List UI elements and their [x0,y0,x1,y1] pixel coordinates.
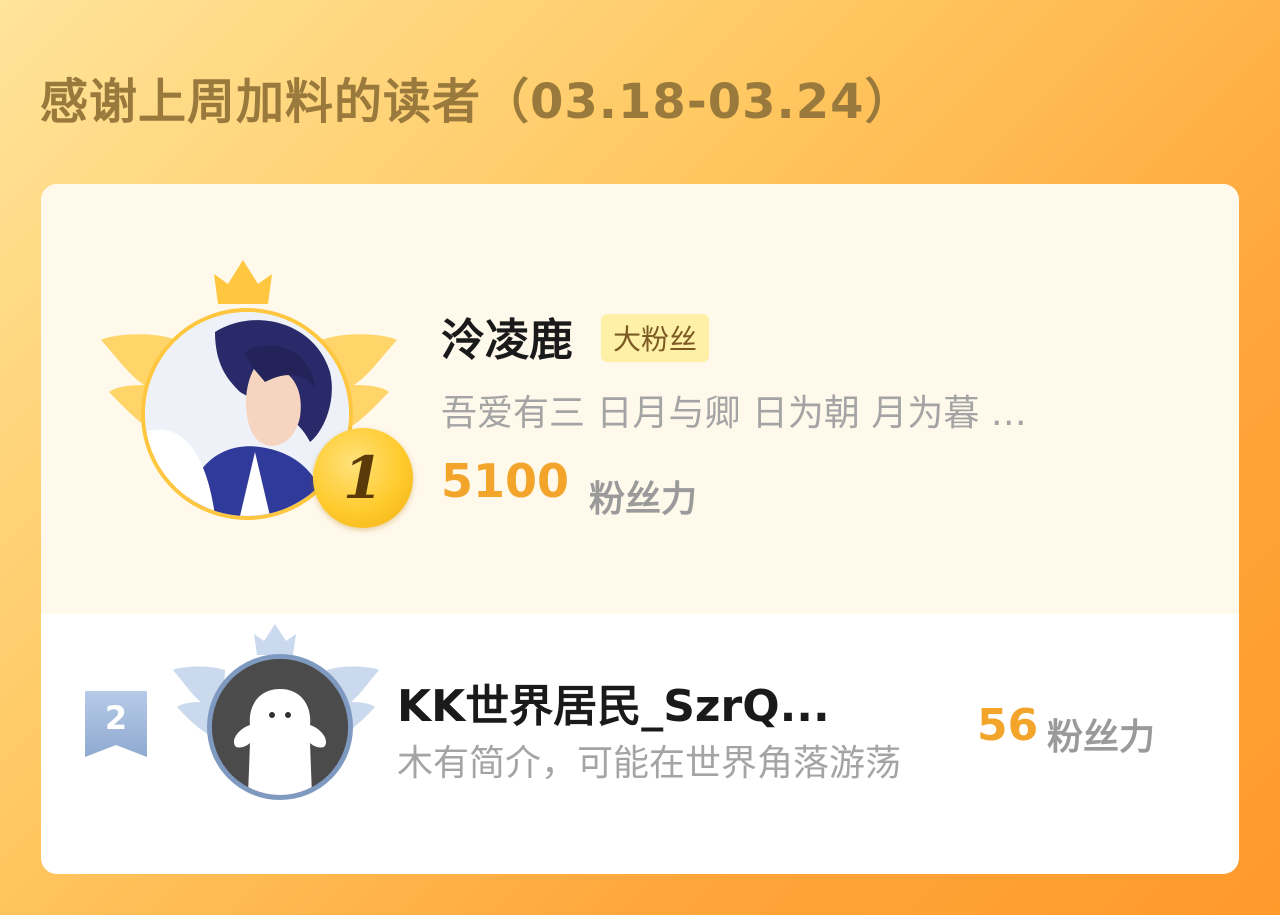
fan-level-badge: 大粉丝 [601,314,710,362]
rank-2-fan-bio: 木有简介，可能在世界角落游荡 [397,743,902,784]
gold-crown-icon [214,260,272,304]
top-fan-name[interactable]: 泠凌鹿 [441,304,573,368]
top-fan-score-unit: 粉丝力 [589,479,698,520]
fan-ranking-card: 1 泠凌鹿 大粉丝 吾爱有三 日月与卿 日为朝 月为暮 卿为朝朝暮暮 5100 … [41,184,1239,874]
rank-2-fan-name[interactable]: KK世界居民_SzrQ... [397,670,830,734]
rank-2-flag: 2 [85,691,147,761]
rank-2-fan-score: 56 [977,700,1039,751]
rank-1-avatar-group[interactable]: 1 [99,260,413,540]
default-ghost-avatar-icon [207,654,353,800]
page-title: 感谢上周加料的读者（03.18-03.24） [40,74,914,130]
top-fan-bio: 吾爱有三 日月与卿 日为朝 月为暮 卿为朝朝暮暮 [441,393,1061,434]
rank-1-badge: 1 [313,428,413,528]
top-fan-score: 5100 [441,454,570,508]
rank-2-avatar-group[interactable] [171,624,381,814]
silver-crown-icon [254,624,296,655]
rank-2-fan-score-unit: 粉丝力 [1047,717,1156,758]
rank-2-number: 2 [104,699,128,737]
